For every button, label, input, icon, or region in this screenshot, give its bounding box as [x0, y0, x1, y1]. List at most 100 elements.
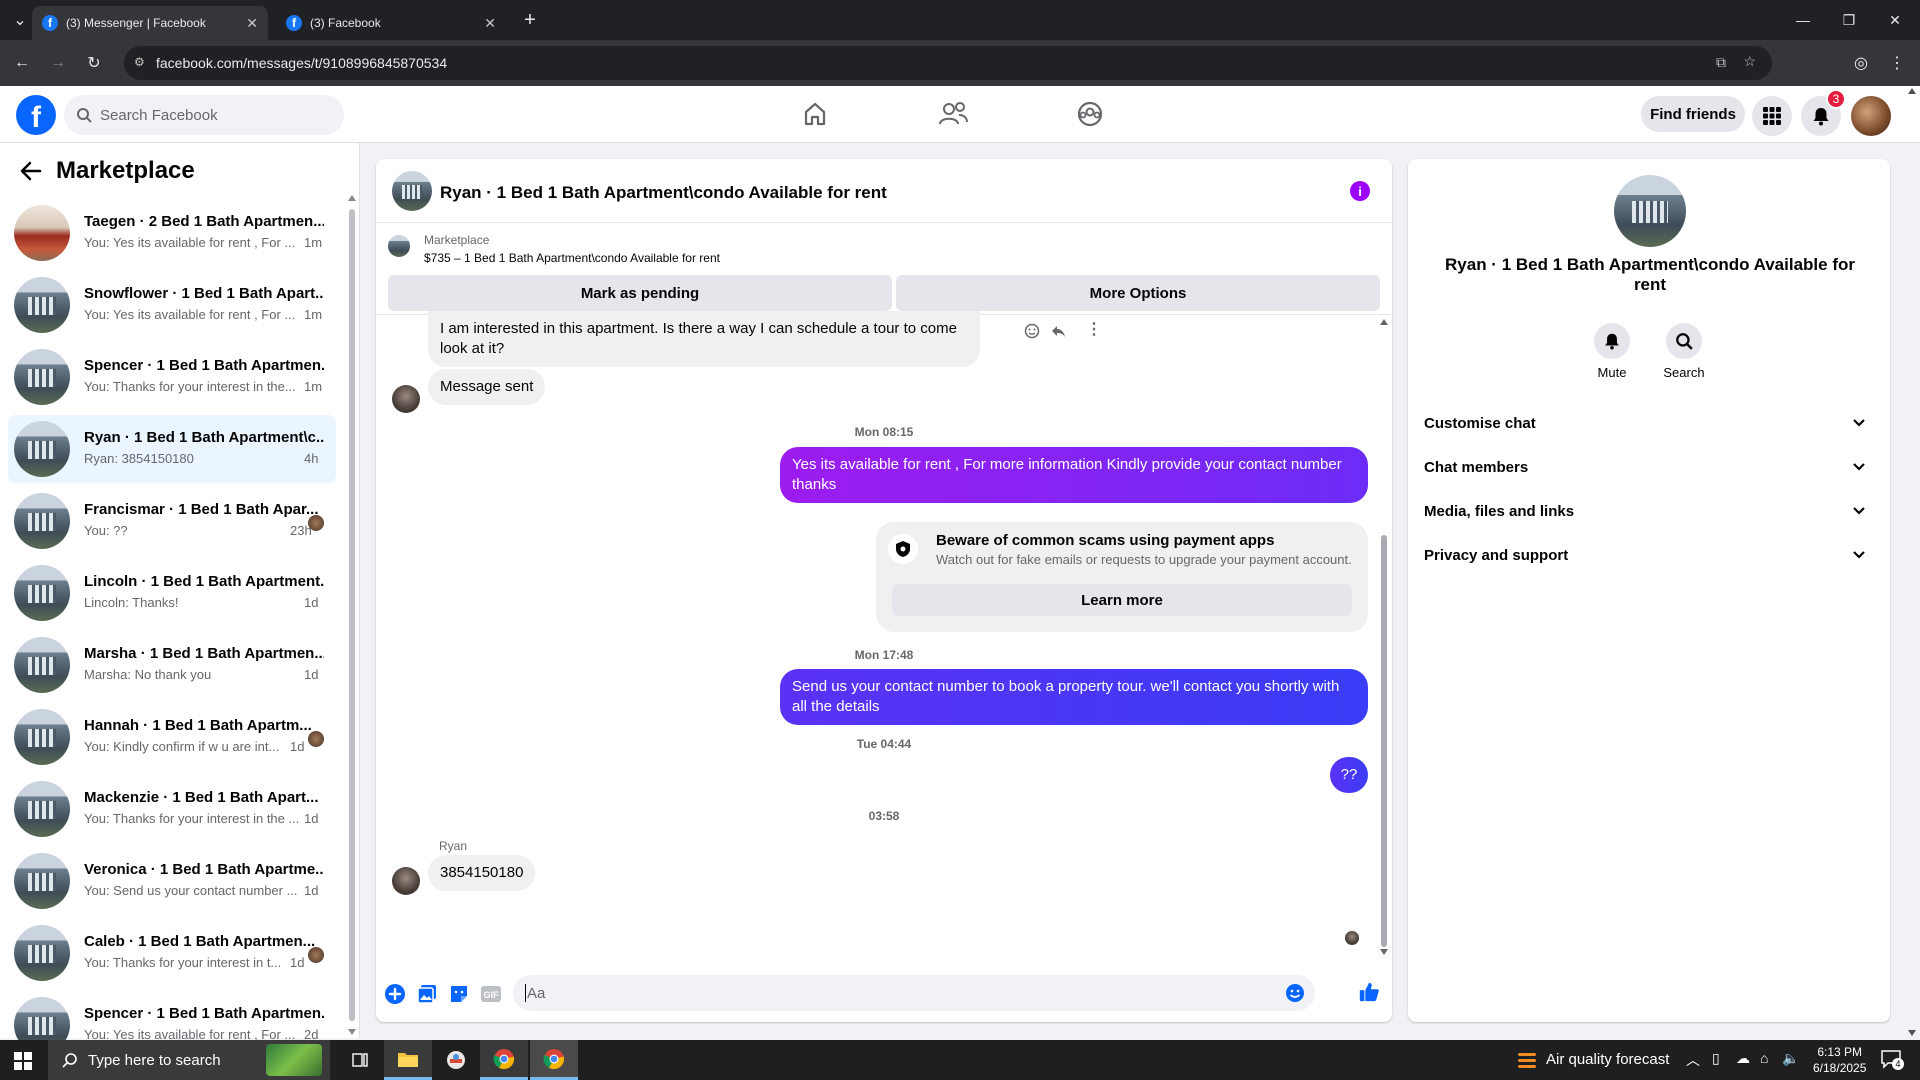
media-files-links-section[interactable]: Media, files and links [1424, 489, 1874, 533]
conversation-item[interactable]: Ryan · 1 Bed 1 Bath Apartment\c... Ryan: … [8, 415, 336, 483]
chat-members-section[interactable]: Chat members [1424, 445, 1874, 489]
more-options-button[interactable]: More Options [896, 275, 1380, 311]
file-explorer-icon[interactable] [384, 1040, 432, 1080]
friends-icon[interactable] [935, 96, 971, 132]
conversation-item[interactable]: Veronica · 1 Bed 1 Bath Apartme... You: S… [8, 847, 336, 915]
listing-price-title[interactable]: $735 – 1 Bed 1 Bath Apartment\condo Avai… [424, 251, 720, 265]
tab-list-chevron-icon[interactable]: ⌄ [8, 8, 32, 32]
volume-icon[interactable]: 🔈 [1782, 1050, 1799, 1067]
close-window-icon[interactable]: ✕ [1872, 0, 1918, 40]
thread-scrollbar[interactable] [1378, 315, 1390, 959]
browser-menu-icon[interactable]: ⋮ [1885, 51, 1909, 75]
reply-icon[interactable] [1050, 323, 1066, 339]
menu-grid-icon[interactable] [1752, 96, 1792, 136]
sender-avatar[interactable] [392, 867, 420, 895]
conversation-item[interactable]: Francismar · 1 Bed 1 Bath Apar... You: ??… [8, 487, 336, 555]
sidebar-scrollbar[interactable] [348, 195, 356, 1035]
account-avatar[interactable] [1851, 96, 1891, 136]
new-tab-icon[interactable]: + [518, 8, 542, 32]
notification-center-icon[interactable]: 4 [1880, 1048, 1904, 1072]
home-icon[interactable] [797, 96, 833, 132]
message-bubble-outgoing[interactable]: ?? [1330, 757, 1368, 793]
device-icon[interactable]: ▯ [1712, 1050, 1720, 1067]
conversation-name: Veronica · 1 Bed 1 Bath Apartme... [84, 861, 324, 878]
site-info-icon[interactable]: ⚙ [134, 55, 145, 69]
air-quality-icon[interactable] [1516, 1050, 1538, 1072]
mark-as-pending-button[interactable]: Mark as pending [388, 275, 892, 311]
listing-thumbnail [14, 853, 70, 909]
show-hidden-icons-chevron-icon[interactable]: ︿ [1686, 1050, 1700, 1070]
message-bubble-outgoing[interactable]: Send us your contact number to book a pr… [780, 669, 1368, 725]
conversation-item[interactable]: Taegen · 2 Bed 1 Bath Apartmen... You: Ye… [8, 199, 336, 267]
conversation-item[interactable]: Snowflower · 1 Bed 1 Bath Apart... You: Y… [8, 271, 336, 339]
react-emoji-icon[interactable] [1024, 323, 1040, 339]
search-placeholder: Search Facebook [100, 106, 218, 124]
install-app-icon[interactable]: ⧉ [1716, 54, 1726, 71]
conversation-name: Caleb · 1 Bed 1 Bath Apartmen... [84, 933, 316, 950]
chat-info-icon[interactable]: i [1350, 181, 1370, 201]
url-field[interactable]: ⚙ facebook.com/messages/t/91089968458705… [124, 46, 1772, 80]
conversation-item[interactable]: Spencer · 1 Bed 1 Bath Apartmen... You: T… [8, 343, 336, 411]
chat-title[interactable]: Ryan · 1 Bed 1 Bath Apartment\condo Avai… [440, 183, 887, 203]
message-bubble-outgoing[interactable]: I am interested in this apartment. Is th… [428, 311, 980, 367]
close-tab-icon[interactable]: ✕ [484, 15, 496, 32]
shield-icon [888, 534, 918, 564]
search-in-chat-button[interactable]: Search [1654, 323, 1714, 380]
taskbar-search-input[interactable]: Type here to search [48, 1040, 330, 1080]
facebook-logo-icon[interactable]: f [16, 95, 56, 135]
tab-messenger[interactable]: f (3) Messenger | Facebook ✕ [32, 6, 268, 40]
customise-chat-section[interactable]: Customise chat [1424, 401, 1874, 445]
privacy-support-section[interactable]: Privacy and support [1424, 533, 1874, 577]
conversation-time: 1d [304, 811, 319, 826]
timestamp: 03:58 [868, 809, 900, 823]
message-bubble-incoming[interactable]: 3854150180 [428, 855, 536, 891]
conversation-preview: Ryan: 3854150180 [84, 451, 194, 466]
cloud-off-icon[interactable]: ☁ [1736, 1050, 1750, 1067]
gif-icon[interactable]: GIF [480, 983, 502, 1005]
message-more-icon[interactable]: ⋮ [1086, 319, 1102, 339]
find-friends-button[interactable]: Find friends [1641, 96, 1745, 132]
listing-thumbnail [14, 277, 70, 333]
thumbs-up-icon[interactable] [1358, 981, 1380, 1003]
chrome-icon[interactable] [480, 1040, 528, 1080]
chat-app-icon[interactable] [432, 1040, 480, 1080]
page-scrollbar[interactable] [1906, 86, 1918, 1038]
back-arrow-icon[interactable] [20, 161, 42, 181]
conversation-item[interactable]: Caleb · 1 Bed 1 Bath Apartmen... You: Tha… [8, 919, 336, 987]
chrome-profile-icon[interactable] [530, 1040, 578, 1080]
sticker-icon[interactable] [448, 983, 470, 1005]
restore-icon[interactable]: ❐ [1826, 0, 1872, 40]
close-tab-icon[interactable]: ✕ [246, 15, 258, 32]
forward-icon[interactable]: → [46, 51, 70, 75]
tab-facebook[interactable]: f (3) Facebook ✕ [276, 6, 506, 40]
listing-thumbnail[interactable] [392, 171, 432, 211]
windows-start-icon[interactable] [14, 1052, 32, 1070]
conversation-item[interactable]: Marsha · 1 Bed 1 Bath Apartmen... Marsha:… [8, 631, 336, 699]
message-sent-bubble[interactable]: Message sent [428, 369, 546, 405]
profile-icon[interactable]: ◎ [1849, 51, 1873, 75]
conversation-item[interactable]: Hannah · 1 Bed 1 Bath Apartm... You: Kind… [8, 703, 336, 771]
message-input[interactable]: Aa [513, 975, 1315, 1011]
emoji-icon[interactable] [1285, 983, 1305, 1003]
conversation-item[interactable]: Lincoln · 1 Bed 1 Bath Apartment... Linco… [8, 559, 336, 627]
search-facebook-input[interactable]: Search Facebook [64, 95, 344, 135]
groups-icon[interactable] [1072, 96, 1108, 132]
minimize-icon[interactable]: — [1780, 0, 1826, 40]
mute-button[interactable]: Mute [1582, 323, 1642, 380]
back-icon[interactable]: ← [10, 51, 34, 75]
conversation-time: 1m [304, 235, 323, 250]
plus-icon[interactable] [384, 983, 406, 1005]
learn-more-button[interactable]: Learn more [892, 584, 1352, 616]
message-composer: GIF Aa [376, 959, 1392, 1022]
reload-icon[interactable]: ↻ [82, 51, 106, 75]
task-view-icon[interactable] [336, 1040, 384, 1080]
bookmark-star-icon[interactable]: ☆ [1743, 53, 1756, 70]
weather-widget[interactable]: Air quality forecast [1546, 1051, 1669, 1068]
conversation-item[interactable]: Mackenzie · 1 Bed 1 Bath Apart... You: Th… [8, 775, 336, 843]
message-bubble-outgoing[interactable]: Yes its available for rent , For more in… [780, 447, 1368, 503]
marketplace-conversation-list: Marketplace Taegen · 2 Bed 1 Bath Apartm… [0, 143, 360, 1053]
search-icon [1666, 323, 1702, 359]
photo-icon[interactable] [416, 983, 438, 1005]
network-icon[interactable]: ⌂ [1760, 1050, 1768, 1066]
taskbar-clock[interactable]: 6:13 PM 6/18/2025 [1813, 1044, 1866, 1076]
